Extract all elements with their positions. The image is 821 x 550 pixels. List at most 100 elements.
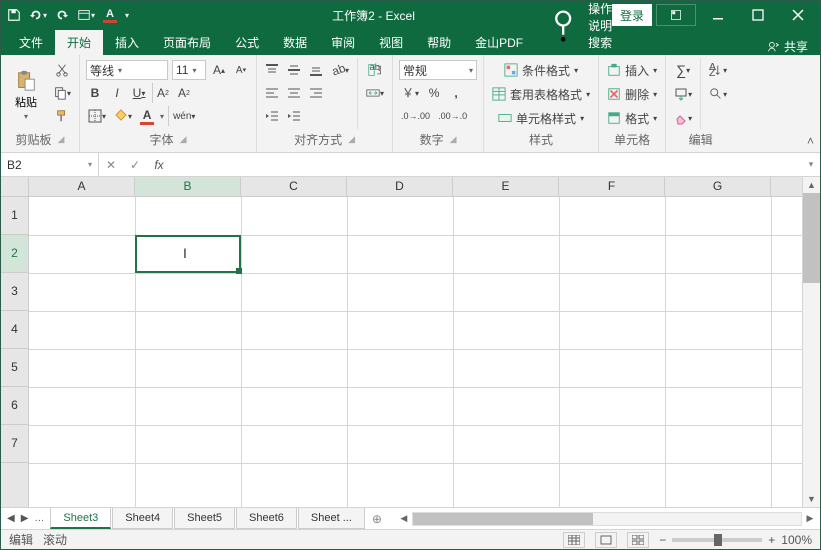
align-top-button[interactable] xyxy=(263,60,281,80)
clipboard-dialog-launcher[interactable]: ◢ xyxy=(58,134,65,145)
tab-pdf[interactable]: 金山PDF xyxy=(463,30,535,55)
comma-button[interactable]: , xyxy=(447,83,465,103)
tab-insert[interactable]: 插入 xyxy=(103,30,151,55)
row-header-7[interactable]: 7 xyxy=(1,425,28,463)
accounting-format-button[interactable]: ￥▾ xyxy=(399,83,421,103)
redo-icon[interactable] xyxy=(55,8,69,22)
col-header-c[interactable]: C xyxy=(241,177,347,196)
cell-area[interactable]: I xyxy=(29,197,802,507)
scroll-left-icon[interactable]: ◀ xyxy=(396,513,412,524)
undo-icon[interactable]: ▾ xyxy=(29,8,47,22)
font-name-combo[interactable]: 等线▾ xyxy=(86,60,168,80)
align-left-button[interactable] xyxy=(263,83,281,103)
hscroll-thumb[interactable] xyxy=(413,513,593,525)
row-header-5[interactable]: 5 xyxy=(1,349,28,387)
increase-font-button[interactable]: A▴ xyxy=(210,60,228,80)
row-header-1[interactable]: 1 xyxy=(1,197,28,235)
col-header-a[interactable]: A xyxy=(29,177,135,196)
qat-customize-icon[interactable]: ▾ xyxy=(77,8,95,22)
sheet-tab-sheet3[interactable]: Sheet3 xyxy=(50,508,111,529)
superscript-button[interactable]: A2 xyxy=(152,83,171,103)
row-header-4[interactable]: 4 xyxy=(1,311,28,349)
tab-page-layout[interactable]: 页面布局 xyxy=(151,30,223,55)
tell-me-search[interactable]: 操作说明搜索 xyxy=(535,0,635,55)
cell-style-button[interactable]: 单元格样式▾ xyxy=(490,108,592,128)
align-bottom-button[interactable] xyxy=(307,60,325,80)
decrease-indent-button[interactable] xyxy=(263,106,281,126)
align-center-button[interactable] xyxy=(285,83,303,103)
italic-button[interactable]: I xyxy=(108,83,126,103)
insert-function-button[interactable]: fx xyxy=(147,153,171,176)
delete-cells-button[interactable]: 删除▾ xyxy=(605,84,659,104)
tab-home[interactable]: 开始 xyxy=(55,30,103,55)
share-button[interactable]: 共享 xyxy=(755,38,820,55)
align-middle-button[interactable] xyxy=(285,60,303,80)
fill-color-button[interactable]: ▾ xyxy=(112,106,134,126)
clear-button[interactable]: ▾ xyxy=(672,108,694,128)
zoom-slider[interactable] xyxy=(672,538,762,542)
confirm-edit-button[interactable]: ✓ xyxy=(123,153,147,176)
sheet-nav-more-icon[interactable]: … xyxy=(34,513,44,524)
font-color-qat-icon[interactable]: A xyxy=(103,8,117,23)
merge-center-button[interactable]: ▾ xyxy=(364,83,386,103)
align-right-button[interactable] xyxy=(307,83,325,103)
tab-review[interactable]: 审阅 xyxy=(319,30,367,55)
number-dialog-launcher[interactable]: ◢ xyxy=(450,134,457,145)
col-header-d[interactable]: D xyxy=(347,177,453,196)
font-dialog-launcher[interactable]: ◢ xyxy=(180,134,187,145)
col-header-g[interactable]: G xyxy=(665,177,771,196)
row-header-3[interactable]: 3 xyxy=(1,273,28,311)
border-button[interactable]: ▾ xyxy=(86,106,108,126)
row-header-6[interactable]: 6 xyxy=(1,387,28,425)
format-painter-button[interactable] xyxy=(51,106,73,126)
horizontal-scrollbar[interactable]: ◀ ▶ xyxy=(396,512,818,526)
name-box[interactable]: B2▾ xyxy=(1,153,99,176)
page-layout-view-button[interactable] xyxy=(595,532,617,548)
expand-formula-bar-icon[interactable]: ▾ xyxy=(802,159,820,170)
sheet-tab-sheet6[interactable]: Sheet6 xyxy=(236,508,297,529)
tab-formulas[interactable]: 公式 xyxy=(223,30,271,55)
sheet-nav-next-icon[interactable]: ▶ xyxy=(21,513,29,524)
qat-dropdown-icon[interactable]: ▾ xyxy=(125,11,129,20)
underline-button[interactable]: U▾ xyxy=(130,83,148,103)
increase-indent-button[interactable] xyxy=(285,106,303,126)
sheet-nav[interactable]: ◀▶… xyxy=(1,513,50,524)
tab-view[interactable]: 视图 xyxy=(367,30,415,55)
font-color-button[interactable]: A xyxy=(138,106,156,126)
zoom-in-button[interactable]: + xyxy=(768,533,775,547)
page-break-view-button[interactable] xyxy=(627,532,649,548)
normal-view-button[interactable] xyxy=(563,532,585,548)
maximize-button[interactable] xyxy=(740,4,776,26)
save-icon[interactable] xyxy=(7,8,21,22)
increase-decimal-button[interactable]: .0→.00 xyxy=(399,106,432,126)
bold-button[interactable]: B xyxy=(86,83,104,103)
cancel-edit-button[interactable]: ✕ xyxy=(99,153,123,176)
autosum-button[interactable]: ∑▾ xyxy=(672,60,694,80)
number-format-combo[interactable]: 常规▾ xyxy=(399,60,477,80)
align-dialog-launcher[interactable]: ◢ xyxy=(348,134,355,145)
sheet-tab-sheet5[interactable]: Sheet5 xyxy=(174,508,235,529)
format-cells-button[interactable]: 格式▾ xyxy=(605,108,659,128)
zoom-slider-handle[interactable] xyxy=(714,534,722,546)
scroll-up-icon[interactable]: ▲ xyxy=(803,177,820,193)
collapse-ribbon-icon[interactable]: ˄ xyxy=(807,134,814,148)
col-header-f[interactable]: F xyxy=(559,177,665,196)
cut-button[interactable] xyxy=(51,60,73,80)
find-select-button[interactable]: ▾ xyxy=(707,84,729,104)
decrease-decimal-button[interactable]: .00→.0 xyxy=(436,106,469,126)
zoom-value[interactable]: 100% xyxy=(781,533,812,547)
conditional-format-button[interactable]: 条件格式▾ xyxy=(490,60,592,80)
tab-file[interactable]: 文件 xyxy=(7,30,55,55)
font-size-combo[interactable]: 11▾ xyxy=(172,60,206,80)
formula-input[interactable] xyxy=(171,153,802,176)
sheet-tab-more[interactable]: Sheet ... xyxy=(298,508,365,529)
fill-button[interactable]: ▾ xyxy=(672,84,694,104)
ribbon-options-button[interactable] xyxy=(656,4,696,26)
copy-button[interactable]: ▾ xyxy=(51,83,73,103)
scroll-right-icon[interactable]: ▶ xyxy=(802,513,818,524)
subscript-button[interactable]: A2 xyxy=(175,83,193,103)
col-header-b[interactable]: B xyxy=(135,177,241,196)
scroll-down-icon[interactable]: ▼ xyxy=(803,491,820,507)
col-header-e[interactable]: E xyxy=(453,177,559,196)
percent-button[interactable]: % xyxy=(425,83,443,103)
